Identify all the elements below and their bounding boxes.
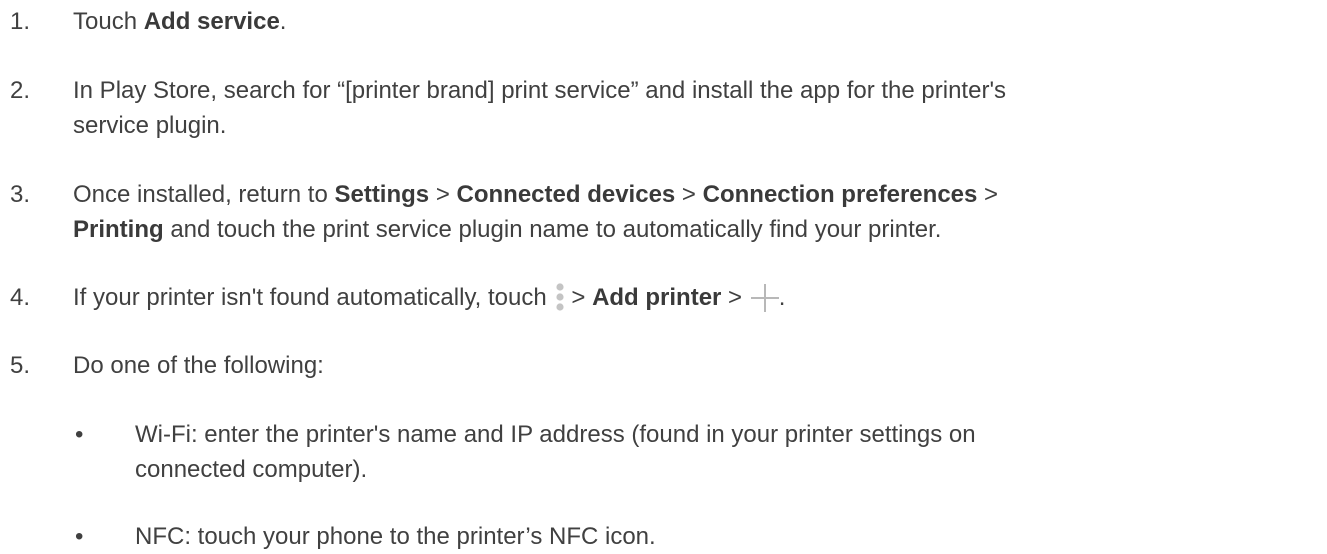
step-number: 2. <box>10 77 31 104</box>
add-service-label: Add service <box>143 8 280 35</box>
connection-preferences-label: Connection preferences <box>702 181 978 208</box>
step-text: In Play Store, search for “[printer bran… <box>73 77 1007 139</box>
step-text: Once installed, return to Settings > Con… <box>73 181 999 243</box>
step-text: Do one of the following: <box>73 352 324 379</box>
bullet-text: Wi-Fi: enter the printer's name and IP a… <box>135 421 976 483</box>
add-printer-label: Add printer <box>592 284 722 311</box>
step-number: 1. <box>10 8 31 35</box>
connected-devices-label: Connected devices <box>456 181 676 208</box>
step-number: 4. <box>10 284 31 311</box>
step-text: If your printer isn't found automaticall… <box>73 283 786 312</box>
more-vert-icon <box>556 283 564 311</box>
plus-icon <box>750 284 779 312</box>
bullet-mark: • <box>75 421 84 448</box>
printing-label: Printing <box>73 216 164 243</box>
bullet-text: NFC: touch your phone to the printer’s N… <box>135 523 656 550</box>
settings-label: Settings <box>334 181 430 208</box>
step-number: 5. <box>10 352 31 379</box>
bullet-mark: • <box>75 523 84 550</box>
step-number: 3. <box>10 181 31 208</box>
step-text: Touch Add service. <box>73 8 287 35</box>
